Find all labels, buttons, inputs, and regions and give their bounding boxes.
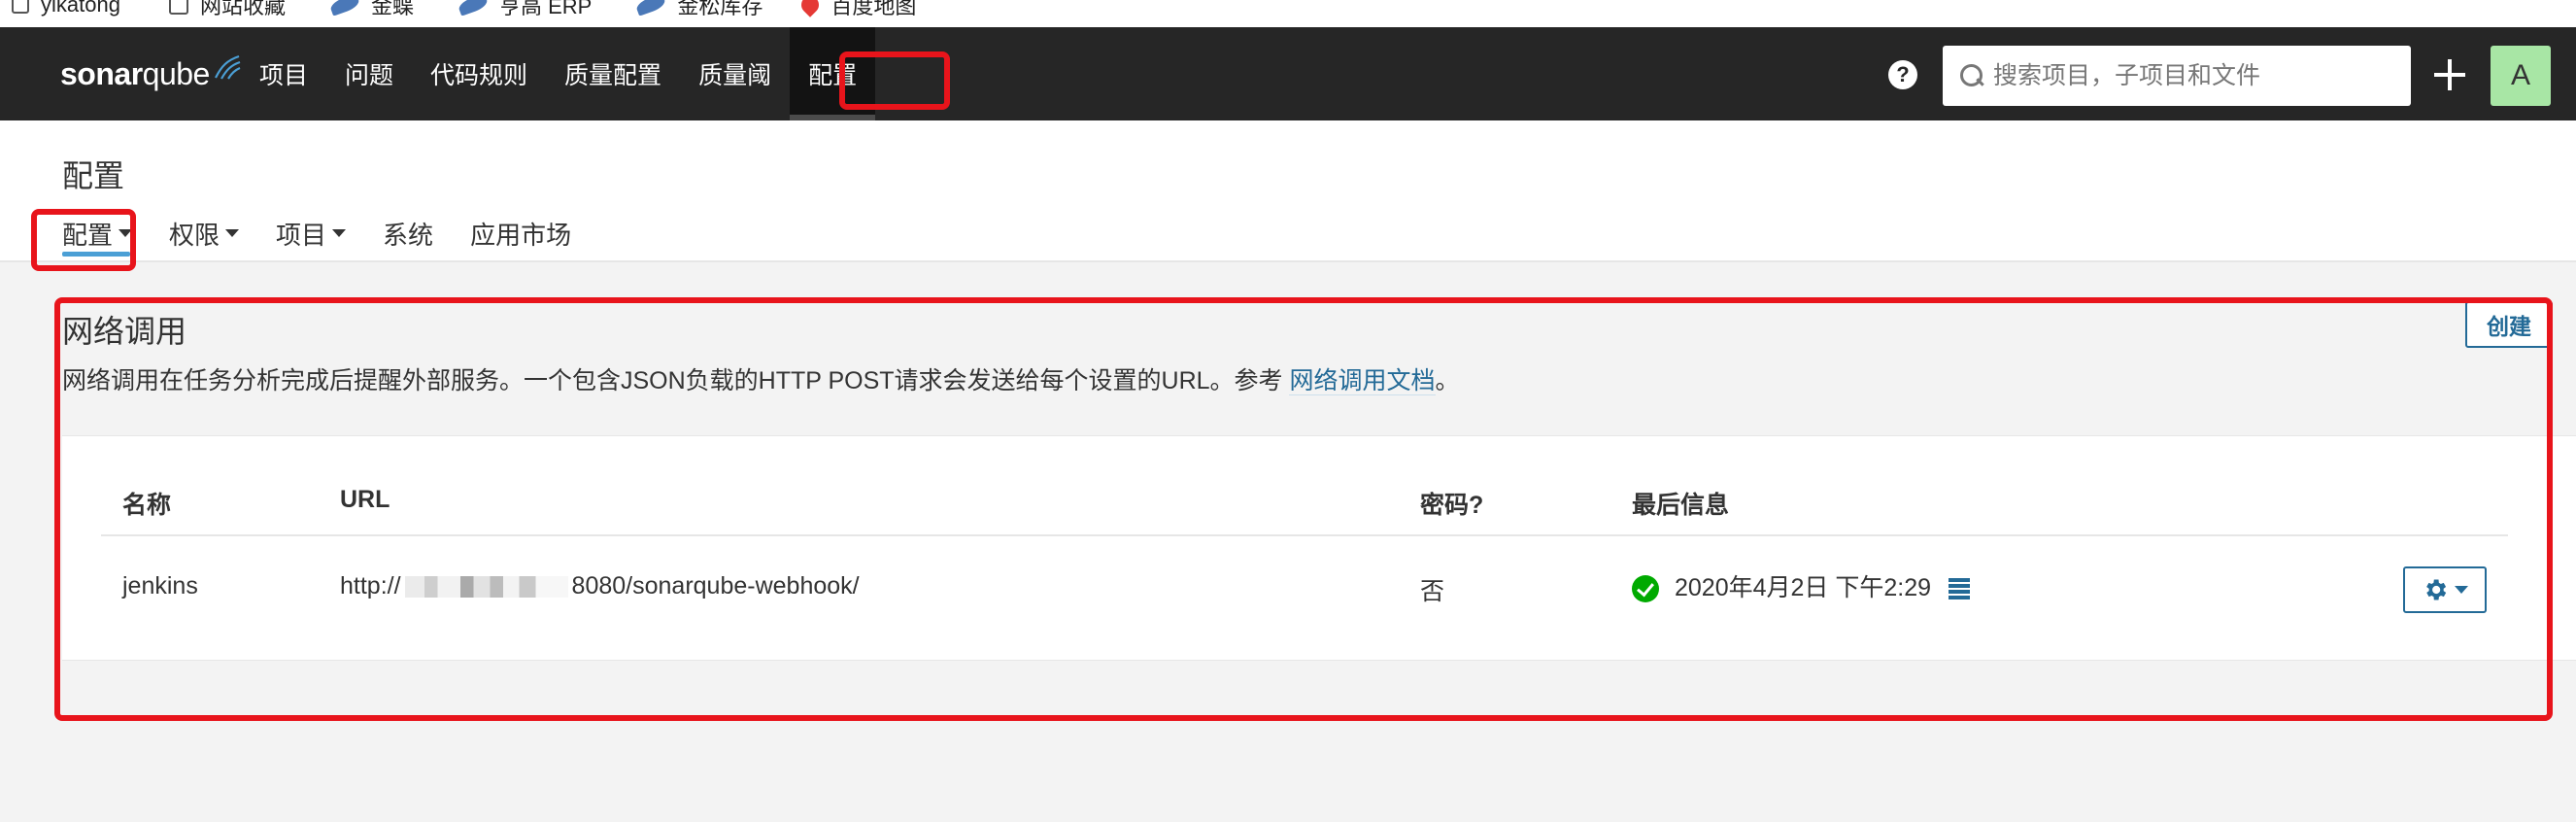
subnav-label: 权限 [169, 221, 220, 250]
column-header-secret: 密码? [1420, 492, 1484, 519]
caret-down-icon [332, 229, 347, 237]
sonarqube-logo[interactable]: sonar qube [60, 51, 241, 97]
bookmark-item[interactable]: 金蝶 [328, 0, 414, 18]
bird-icon [328, 0, 361, 17]
caret-down-icon [2455, 586, 2468, 594]
caret-down-icon [119, 229, 133, 237]
description-text: 网络调用在任务分析完成后提醒外部服务。一个包含JSON负载的HTTP POST请… [62, 367, 1283, 394]
create-menu-plus-icon[interactable] [2432, 57, 2467, 92]
subnav-system[interactable]: 系统 [383, 212, 433, 260]
user-avatar[interactable]: A [2491, 46, 2551, 106]
main-nav: 项目 问题 代码规则 质量配置 质量阈 配置 [241, 27, 876, 120]
logo-waves-icon [214, 54, 241, 80]
webhook-last-delivery: 2020年4月2日 下午2:29 [1632, 568, 1971, 603]
bookmark-item[interactable]: 百度地图 [797, 0, 917, 18]
subnav-configuration[interactable]: 配置 [62, 212, 133, 260]
nav-quality-profiles[interactable]: 质量配置 [546, 27, 680, 120]
nav-administration[interactable]: 配置 [790, 27, 876, 120]
subnav-label: 配置 [62, 221, 114, 250]
folder-icon [168, 0, 188, 15]
bookmark-item[interactable]: 网站收藏 [168, 0, 286, 18]
bookmark-label: 金蝶 [370, 0, 414, 18]
caret-down-icon [225, 229, 240, 237]
nav-issues[interactable]: 问题 [326, 27, 412, 120]
nav-quality-gates[interactable]: 质量阈 [680, 27, 790, 120]
page-title: 配置 [62, 158, 125, 193]
subnav-label: 系统 [383, 221, 434, 250]
top-navbar: sonarqube 项目 问题 代码规则 质量配置 质量阈 配置 ? A [0, 27, 2576, 120]
webhook-url: http:// 8080/sonarqube-webhook/ [340, 572, 860, 600]
subnav-projects[interactable]: 项目 [276, 212, 347, 260]
column-header-url: URL [340, 486, 390, 513]
subnav-label: 应用市场 [470, 221, 572, 250]
webhooks-doc-link[interactable]: 网络调用文档 [1289, 367, 1436, 395]
bookmark-label: 亨高 ERP [498, 0, 593, 18]
redacted-host [404, 575, 568, 598]
success-check-icon [1632, 575, 1659, 603]
webhooks-table: 名称 URL 密码? 最后信息 jenkins http:// 8080/sona… [62, 435, 2576, 661]
deliveries-list-icon[interactable] [1945, 578, 1971, 600]
webhooks-title: 网络调用 [62, 314, 187, 349]
bookmark-label: yikatong [41, 0, 120, 17]
webhook-name: jenkins [122, 572, 198, 599]
create-webhook-button[interactable]: 创建 [2465, 301, 2553, 348]
search-icon [1958, 62, 1985, 89]
global-search[interactable] [1943, 46, 2411, 106]
bookmark-label: 金松库存 [677, 0, 763, 18]
subnav-marketplace[interactable]: 应用市场 [470, 212, 571, 260]
table-header-divider [101, 534, 2508, 536]
column-header-name: 名称 [122, 492, 172, 519]
bookmark-label: 百度地图 [830, 0, 917, 18]
url-prefix: http:// [340, 572, 401, 599]
map-pin-icon [797, 0, 824, 17]
bookmark-label: 网站收藏 [199, 0, 286, 18]
search-input[interactable] [1993, 61, 2401, 90]
bookmark-item[interactable]: 亨高 ERP [457, 0, 593, 18]
logo-text-bold: sonar [60, 55, 143, 91]
logo-text-light: qube [142, 55, 211, 91]
subnav-label: 项目 [276, 221, 327, 250]
bird-icon [634, 0, 667, 17]
bookmark-item[interactable]: 金松库存 [634, 0, 763, 18]
bird-icon [457, 0, 490, 17]
checkbox-icon [12, 0, 29, 14]
url-suffix: 8080/sonarqube-webhook/ [571, 572, 860, 599]
column-header-last-delivery: 最后信息 [1632, 492, 1730, 519]
gear-icon [2426, 579, 2447, 600]
last-delivery-date: 2020年4月2日 下午2:29 [1675, 574, 1932, 601]
webhooks-description: 网络调用在任务分析完成后提醒外部服务。一个包含JSON负载的HTTP POST请… [62, 361, 1460, 396]
nav-rules[interactable]: 代码规则 [412, 27, 546, 120]
description-end: 。 [1435, 367, 1460, 394]
admin-subnav: 配置 权限 项目 系统 应用市场 [62, 212, 608, 260]
webhook-actions-button[interactable] [2403, 566, 2487, 613]
bookmarks-bar: yikatong 网站收藏 金蝶 亨高 ERP 金松库存 百度地图 [0, 0, 2576, 27]
bookmark-item[interactable]: yikatong [12, 0, 120, 18]
help-icon[interactable]: ? [1888, 60, 1917, 89]
nav-projects[interactable]: 项目 [241, 27, 326, 120]
webhook-secret: 否 [1420, 578, 1445, 605]
subnav-security[interactable]: 权限 [169, 212, 240, 260]
